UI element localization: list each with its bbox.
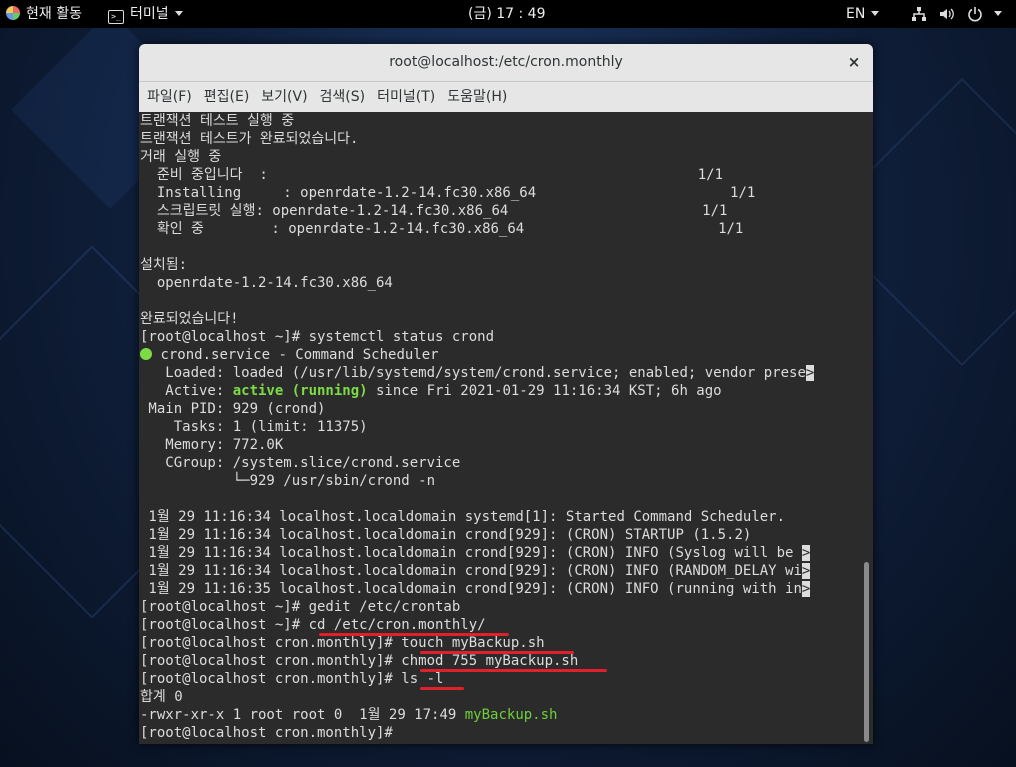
command-line: [root@localhost cron.monthly]# ls -l — [140, 671, 444, 687]
truncation-marker: > — [801, 581, 811, 597]
terminal-window: root@localhost:/etc/cron.monthly × 파일(F)… — [139, 44, 873, 744]
terminal-line: 합계 0 — [140, 689, 183, 705]
terminal-line: 스크립트릿 실행: openrdate-1.2-14.fc30.x86_64 1… — [140, 203, 728, 219]
log-line: 1월 29 11:16:34 localhost.localdomain cro… — [140, 563, 811, 579]
menu-view[interactable]: 보기(V) — [257, 82, 311, 112]
terminal-line: Main PID: 929 (crond) — [140, 401, 326, 417]
command-line: [root@localhost cron.monthly]# chmod 755… — [140, 653, 579, 669]
terminal-icon: >_ — [108, 10, 124, 24]
terminal-line: openrdate-1.2-14.fc30.x86_64 — [140, 275, 393, 291]
volume-icon[interactable] — [939, 6, 955, 22]
truncation-marker: > — [801, 563, 811, 579]
power-icon[interactable] — [967, 6, 983, 22]
truncation-marker: > — [805, 365, 815, 381]
input-language-menu[interactable]: EN — [846, 0, 880, 28]
highlight-underline — [319, 633, 509, 636]
terminal-line: └─929 /usr/sbin/crond -n — [140, 473, 436, 489]
service-line: crond.service - Command Scheduler — [140, 346, 439, 364]
executable-file-name: myBackup.sh — [464, 707, 558, 723]
ls-output-line: -rwxr-xr-x 1 root root 0 1월 29 17:49 myB… — [140, 707, 558, 723]
truncation-marker: > — [801, 545, 811, 561]
terminal-line: 트랜잭션 테스트 실행 중 — [140, 113, 295, 129]
window-title: root@localhost:/etc/cron.monthly — [389, 54, 623, 70]
highlight-underline — [420, 651, 574, 654]
chevron-down-icon — [871, 11, 880, 16]
scrollbar-thumb[interactable] — [864, 562, 869, 742]
command-line: [root@localhost ~]# gedit /etc/crontab — [140, 599, 461, 615]
close-button[interactable]: × — [845, 53, 863, 71]
prompt-line: [root@localhost cron.monthly]# — [140, 725, 393, 741]
clock[interactable]: (금) 17 : 49 — [468, 0, 546, 28]
menu-bar: 파일(F) 편집(E) 보기(V) 검색(S) 터미널(T) 도움말(H) — [139, 82, 873, 112]
log-line: 1월 29 11:16:34 localhost.localdomain sys… — [140, 509, 786, 525]
terminal-line: [root@localhost ~]# systemctl status cro… — [140, 329, 495, 345]
app-menu-terminal[interactable]: >_ 터미널 — [108, 0, 183, 28]
terminal-scrollbar[interactable] — [863, 112, 871, 744]
service-active-dot-icon — [140, 348, 152, 360]
terminal-line: CGroup: /system.slice/crond.service — [140, 455, 461, 471]
menu-terminal[interactable]: 터미널(T) — [373, 82, 439, 112]
menu-help[interactable]: 도움말(H) — [443, 82, 511, 112]
top-bar: 현재 활동 >_ 터미널 (금) 17 : 49 EN — [0, 0, 1016, 28]
highlight-underline — [420, 669, 607, 672]
terminal-line: Installing : openrdate-1.2-14.fc30.x86_6… — [140, 185, 756, 201]
terminal-line: 트랜잭션 테스트가 완료되었습니다. — [140, 131, 359, 147]
terminal-line: 설치됨: — [140, 257, 188, 273]
chevron-down-icon — [174, 11, 183, 16]
activities-button[interactable]: 현재 활동 — [6, 0, 82, 28]
window-titlebar[interactable]: root@localhost:/etc/cron.monthly × — [139, 44, 873, 82]
log-line: 1월 29 11:16:35 localhost.localdomain cro… — [140, 581, 811, 597]
command-line: [root@localhost ~]# cd /etc/cron.monthly… — [140, 617, 486, 633]
loaded-line: Loaded: loaded (/usr/lib/systemd/system/… — [140, 365, 815, 381]
chevron-down-icon — [994, 11, 1002, 16]
terminal-line: Tasks: 1 (limit: 11375) — [140, 419, 368, 435]
terminal-line: 거래 실행 중 — [140, 149, 222, 165]
terminal-line: 완료되었습니다! — [140, 311, 239, 327]
log-line: 1월 29 11:16:34 localhost.localdomain cro… — [140, 527, 752, 543]
system-menu-chevron[interactable] — [994, 0, 1002, 28]
terminal-line: 확인 중 : openrdate-1.2-14.fc30.x86_64 1/1 — [140, 221, 744, 237]
terminal-output[interactable]: 트랜잭션 테스트 실행 중 트랜잭션 테스트가 완료되었습니다. 거래 실행 중… — [139, 112, 873, 744]
network-icon[interactable] — [911, 6, 927, 22]
log-line: 1월 29 11:16:34 localhost.localdomain cro… — [140, 545, 811, 561]
activities-icon — [6, 6, 20, 20]
highlight-underline — [420, 687, 464, 690]
terminal-line: Memory: 772.0K — [140, 437, 284, 453]
terminal-line: 준비 중입니다 : 1/1 — [140, 167, 724, 183]
active-line: Active: active (running) since Fri 2021-… — [140, 383, 722, 399]
menu-file[interactable]: 파일(F) — [143, 82, 196, 112]
menu-search[interactable]: 검색(S) — [316, 82, 370, 112]
menu-edit[interactable]: 편집(E) — [200, 82, 254, 112]
command-line: [root@localhost cron.monthly]# touch myB… — [140, 635, 545, 651]
